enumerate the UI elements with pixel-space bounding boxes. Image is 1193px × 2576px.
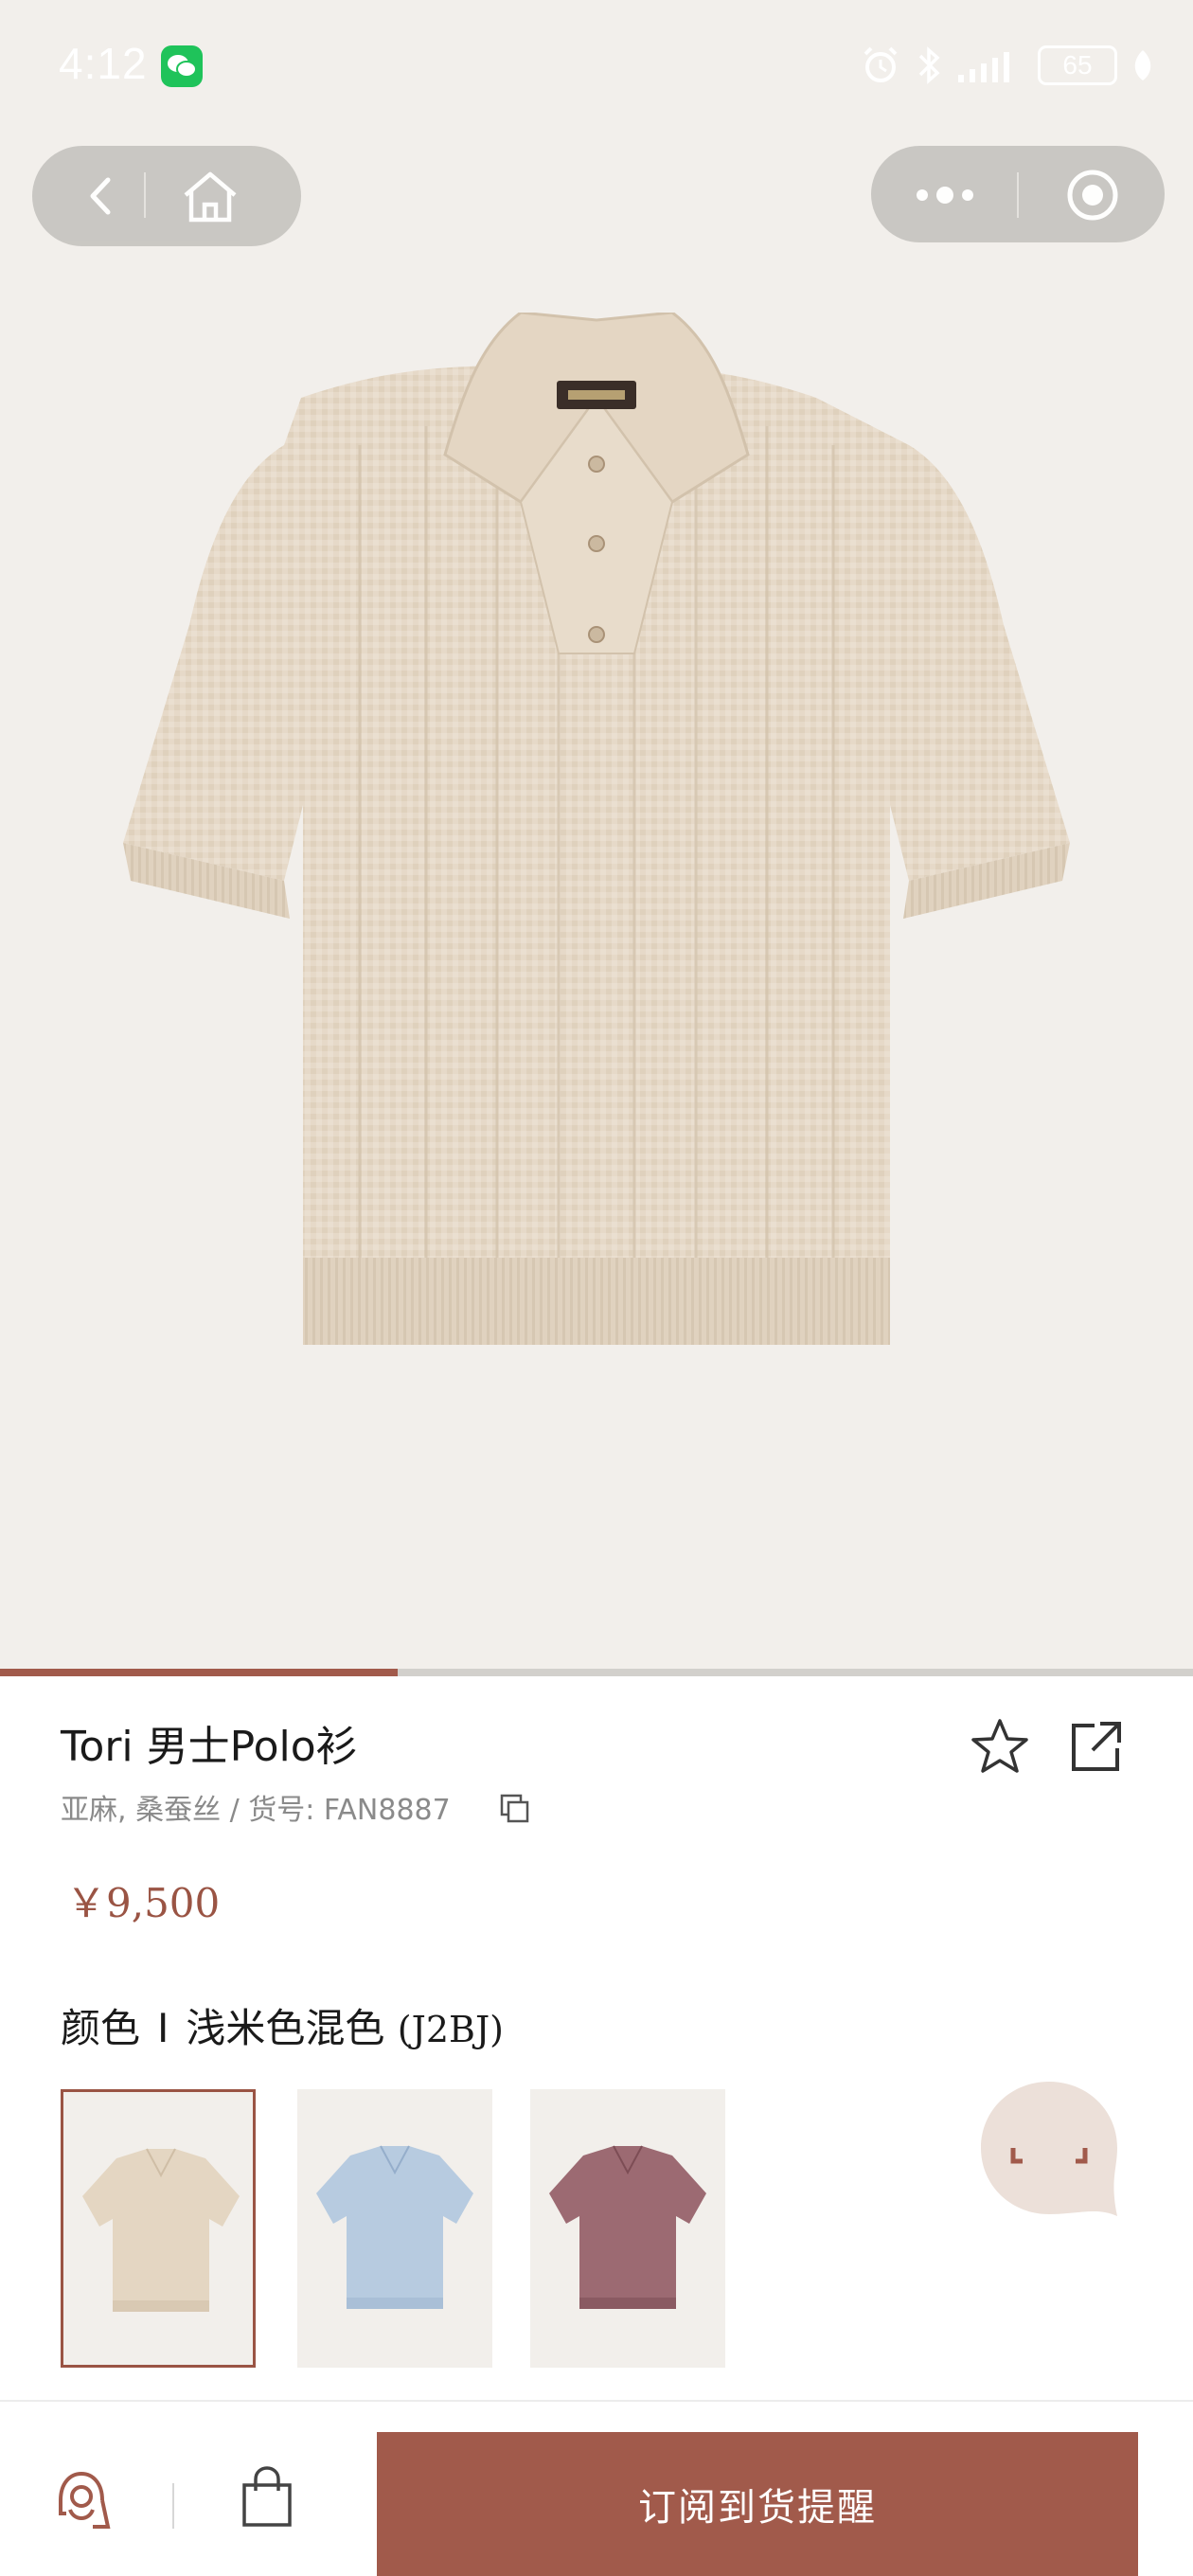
chat-bubble-icon[interactable] bbox=[975, 2074, 1127, 2226]
wechat-icon bbox=[161, 45, 203, 87]
share-icon[interactable] bbox=[1068, 1718, 1125, 1775]
color-separator: I bbox=[157, 2005, 169, 2051]
copy-icon[interactable] bbox=[500, 1794, 530, 1824]
color-swatch-blue[interactable] bbox=[297, 2089, 492, 2368]
shopping-bag-icon[interactable] bbox=[239, 2466, 295, 2529]
color-swatch-beige[interactable] bbox=[61, 2089, 256, 2368]
more-dots-icon[interactable] bbox=[911, 176, 987, 214]
favorite-star-icon[interactable] bbox=[970, 1716, 1030, 1777]
alarm-icon bbox=[864, 46, 898, 82]
color-code: (J2BJ) bbox=[397, 2009, 504, 2050]
bluetooth-icon bbox=[918, 46, 940, 84]
back-button[interactable] bbox=[83, 174, 121, 218]
home-button[interactable] bbox=[180, 169, 240, 225]
leaf-icon bbox=[1134, 50, 1151, 80]
customer-service-icon[interactable] bbox=[51, 2468, 112, 2532]
capsule-divider bbox=[1017, 172, 1019, 218]
product-price: ￥9,500 bbox=[66, 1880, 221, 1926]
product-meta: 亚麻, 桑蚕丝 / 货号: FAN8887 bbox=[61, 1794, 451, 1827]
status-time: 4:12 bbox=[59, 39, 148, 88]
capsule-divider bbox=[144, 172, 146, 218]
subscribe-restock-button[interactable]: 订阅到货提醒 bbox=[377, 2432, 1138, 2576]
nav-capsule bbox=[32, 146, 301, 246]
color-swatch-mauve[interactable] bbox=[530, 2089, 725, 2368]
signal-icon bbox=[958, 52, 1009, 82]
color-selector-label: 颜色 I 浅米色混色 (J2BJ) bbox=[61, 1996, 504, 2054]
product-title: Tori 男士Polo衫 bbox=[61, 1723, 358, 1771]
gallery-progress-fill bbox=[0, 1669, 398, 1676]
target-circle-icon[interactable] bbox=[1064, 167, 1121, 224]
color-label: 颜色 bbox=[61, 2005, 141, 2051]
battery-indicator: 65 bbox=[1038, 45, 1117, 85]
bottom-bar-divider bbox=[0, 2400, 1193, 2402]
status-icons: 65 bbox=[860, 42, 1155, 89]
bottom-bar-separator bbox=[172, 2483, 174, 2529]
product-image[interactable] bbox=[123, 313, 1070, 1354]
color-name: 浅米色混色 bbox=[186, 2005, 385, 2051]
menu-capsule bbox=[871, 146, 1165, 242]
